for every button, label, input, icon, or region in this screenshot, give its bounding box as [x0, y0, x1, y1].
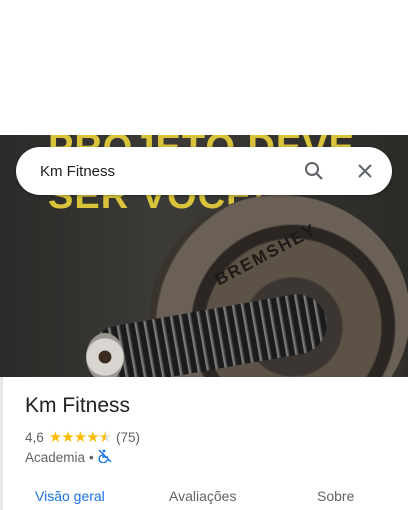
search-icon[interactable] — [302, 159, 326, 183]
search-input[interactable] — [40, 162, 280, 180]
separator: • — [89, 450, 94, 465]
tab-overview[interactable]: Visão geral — [35, 488, 105, 504]
rating-row[interactable]: 4,6 ★★★★★ (75) — [25, 428, 140, 446]
category-row: Academia • — [25, 449, 112, 466]
close-icon[interactable] — [353, 159, 377, 183]
tab-about[interactable]: Sobre — [317, 488, 354, 504]
place-info-panel: Km Fitness 4,6 ★★★★★ (75) Academia • Vis… — [0, 377, 408, 510]
star-rating-icon: ★★★★★ — [48, 429, 112, 446]
barbell-end — [86, 333, 124, 377]
no-wheelchair-icon[interactable] — [98, 449, 112, 466]
rating-value: 4,6 — [25, 429, 44, 445]
place-title: Km Fitness — [25, 394, 131, 417]
tab-reviews[interactable]: Avaliações — [169, 488, 236, 504]
review-count[interactable]: (75) — [116, 430, 140, 445]
category: Academia — [25, 450, 86, 465]
search-box — [16, 147, 392, 195]
